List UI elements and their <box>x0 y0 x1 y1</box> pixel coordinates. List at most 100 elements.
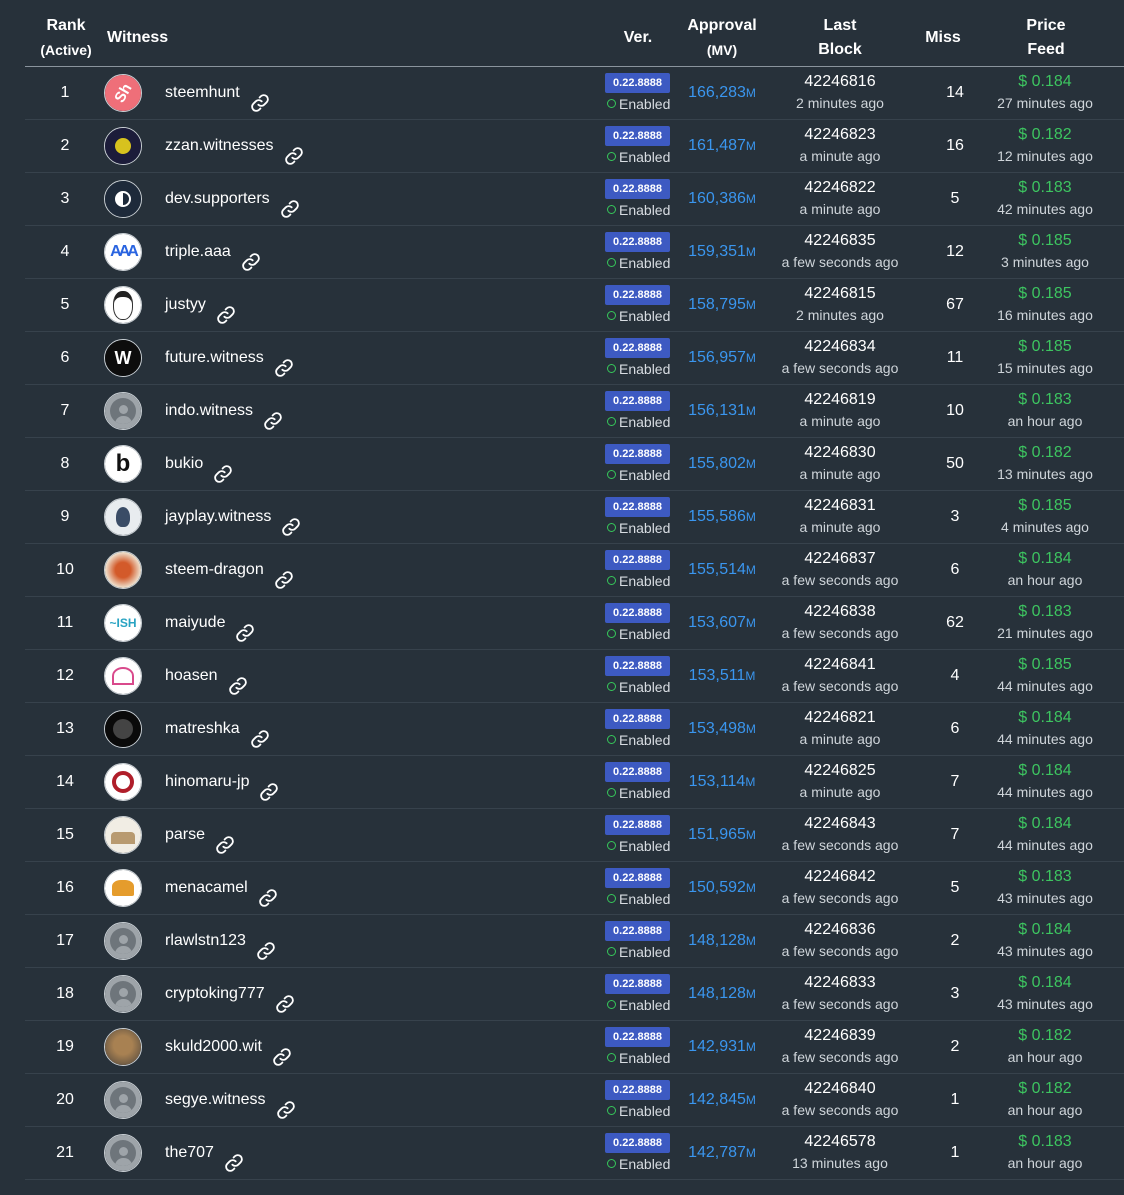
approval-cell[interactable]: 150,592M <box>685 862 759 914</box>
witness-header[interactable]: Witness <box>107 26 168 50</box>
approval-cell[interactable]: 142,931M <box>685 1021 759 1073</box>
approval-cell[interactable]: 155,802M <box>685 438 759 490</box>
witness-name-link[interactable]: the707 <box>165 1144 214 1161</box>
witness-avatar[interactable] <box>104 498 142 536</box>
last-block-number[interactable]: 42246819 <box>770 390 910 410</box>
link-icon[interactable] <box>272 1037 292 1066</box>
witness-avatar[interactable]: W <box>104 339 142 377</box>
table-row[interactable]: 8 b bukio 0.22.8888 Enabled 155,802M 42246830 a… <box>25 438 1124 491</box>
table-row[interactable]: 2 zzan.witnesses 0.22.8888 Enabled 161,487M 4… <box>25 120 1124 173</box>
rank-header[interactable]: Rank (Active) <box>25 14 107 62</box>
link-icon[interactable] <box>215 825 235 854</box>
last-block-number[interactable]: 42246841 <box>770 655 910 675</box>
table-row[interactable]: 19 skuld2000.wit 0.22.8888 Enabled 142,931M 4… <box>25 1021 1124 1074</box>
link-icon[interactable] <box>275 984 295 1013</box>
link-icon[interactable] <box>235 613 255 642</box>
witness-avatar[interactable] <box>104 180 142 218</box>
witness-name-link[interactable]: bukio <box>165 455 203 472</box>
last-block-number[interactable]: 42246837 <box>770 549 910 569</box>
table-row[interactable]: 13 matreshka 0.22.8888 Enabled 153,498M 42246… <box>25 703 1124 756</box>
witness-avatar[interactable]: b <box>104 445 142 483</box>
link-icon[interactable] <box>280 189 300 218</box>
witness-avatar[interactable] <box>104 816 142 854</box>
witness-name-link[interactable]: skuld2000.wit <box>165 1038 262 1055</box>
witness-avatar[interactable] <box>104 763 142 801</box>
link-icon[interactable] <box>216 295 236 324</box>
miss-header[interactable]: Miss <box>918 26 968 50</box>
witness-avatar[interactable] <box>104 551 142 589</box>
last-block-number[interactable]: 42246834 <box>770 337 910 357</box>
witness-avatar[interactable] <box>104 1081 142 1119</box>
last-block-number[interactable]: 42246831 <box>770 496 910 516</box>
approval-cell[interactable]: 153,607M <box>685 597 759 649</box>
link-icon[interactable] <box>274 560 294 589</box>
witness-name-link[interactable]: justyy <box>165 296 206 313</box>
table-row[interactable]: 21 the707 0.22.8888 Enabled 142,787M 42246578… <box>25 1127 1124 1180</box>
link-icon[interactable] <box>263 401 283 430</box>
witness-avatar[interactable] <box>104 975 142 1013</box>
last-block-number[interactable]: 42246821 <box>770 708 910 728</box>
table-row[interactable]: 14 hinomaru-jp 0.22.8888 Enabled 153,114M 422… <box>25 756 1124 809</box>
witness-name-link[interactable]: parse <box>165 826 205 843</box>
last-block-number[interactable]: 42246822 <box>770 178 910 198</box>
witness-name-link[interactable]: menacamel <box>165 879 248 896</box>
approval-cell[interactable]: 155,514M <box>685 544 759 596</box>
table-row[interactable]: 3 dev.supporters 0.22.8888 Enabled 160,386M 4… <box>25 173 1124 226</box>
witness-avatar[interactable] <box>104 922 142 960</box>
approval-cell[interactable]: 155,586M <box>685 491 759 543</box>
link-icon[interactable] <box>250 719 270 748</box>
last-block-number[interactable]: 42246836 <box>770 920 910 940</box>
table-row[interactable]: 5 justyy 0.22.8888 Enabled 158,795M 42246815 2… <box>25 279 1124 332</box>
approval-cell[interactable]: 142,787M <box>685 1127 759 1179</box>
approval-cell[interactable]: 153,114M <box>685 756 759 808</box>
witness-avatar[interactable] <box>104 869 142 907</box>
approval-cell[interactable]: 159,351M <box>685 226 759 278</box>
link-icon[interactable] <box>281 507 301 536</box>
last-block-number[interactable]: 42246823 <box>770 125 910 145</box>
last-block-number[interactable]: 42246840 <box>770 1079 910 1099</box>
approval-cell[interactable]: 148,128M <box>685 968 759 1020</box>
link-icon[interactable] <box>284 136 304 165</box>
table-row[interactable]: 16 menacamel 0.22.8888 Enabled 150,592M 42246… <box>25 862 1124 915</box>
table-row[interactable]: 17 rlawlstn123 0.22.8888 Enabled 148,128M 422… <box>25 915 1124 968</box>
last-block-number[interactable]: 42246578 <box>770 1132 910 1152</box>
witness-name-link[interactable]: indo.witness <box>165 402 253 419</box>
link-icon[interactable] <box>256 931 276 960</box>
table-row[interactable]: 9 jayplay.witness 0.22.8888 Enabled 155,586M… <box>25 491 1124 544</box>
witness-avatar[interactable] <box>104 127 142 165</box>
last-block-number[interactable]: 42246815 <box>770 284 910 304</box>
approval-cell[interactable]: 161,487M <box>685 120 759 172</box>
last-block-number[interactable]: 42246842 <box>770 867 910 887</box>
link-icon[interactable] <box>258 878 278 907</box>
approval-cell[interactable]: 151,965M <box>685 809 759 861</box>
table-row[interactable]: 20 segye.witness 0.22.8888 Enabled 142,845M 4… <box>25 1074 1124 1127</box>
version-header[interactable]: Ver. <box>615 26 661 50</box>
approval-cell[interactable]: 148,128M <box>685 915 759 967</box>
witness-avatar[interactable] <box>104 1028 142 1066</box>
witness-avatar[interactable] <box>104 710 142 748</box>
table-row[interactable]: 11 ~ISH maiyude 0.22.8888 Enabled 153,607M 422… <box>25 597 1124 650</box>
approval-cell[interactable]: 160,386M <box>685 173 759 225</box>
witness-avatar[interactable]: AAA <box>104 233 142 271</box>
approval-header[interactable]: Approval (MV) <box>680 14 764 62</box>
approval-cell[interactable]: 142,845M <box>685 1074 759 1126</box>
last-block-number[interactable]: 42246833 <box>770 973 910 993</box>
table-row[interactable]: 4 AAA triple.aaa 0.22.8888 Enabled 159,351M 42… <box>25 226 1124 279</box>
last-block-number[interactable]: 42246816 <box>770 72 910 92</box>
last-block-number[interactable]: 42246843 <box>770 814 910 834</box>
table-row[interactable]: 10 steem-dragon 0.22.8888 Enabled 155,514M 42… <box>25 544 1124 597</box>
approval-cell[interactable]: 156,131M <box>685 385 759 437</box>
witness-avatar[interactable] <box>104 657 142 695</box>
witness-name-link[interactable]: steem-dragon <box>165 561 264 578</box>
approval-cell[interactable]: 166,283M <box>685 67 759 119</box>
approval-cell[interactable]: 153,498M <box>685 703 759 755</box>
witness-name-link[interactable]: hoasen <box>165 667 218 684</box>
link-icon[interactable] <box>250 83 270 112</box>
witness-avatar[interactable] <box>104 1134 142 1172</box>
price-feed-header[interactable]: Price Feed <box>1005 14 1087 62</box>
last-block-number[interactable]: 42246838 <box>770 602 910 622</box>
last-block-number[interactable]: 42246825 <box>770 761 910 781</box>
witness-avatar[interactable]: Sh <box>104 74 142 112</box>
table-row[interactable]: 1 Sh steemhunt 0.22.8888 Enabled 166,283M 4224… <box>25 67 1124 120</box>
last-block-number[interactable]: 42246830 <box>770 443 910 463</box>
